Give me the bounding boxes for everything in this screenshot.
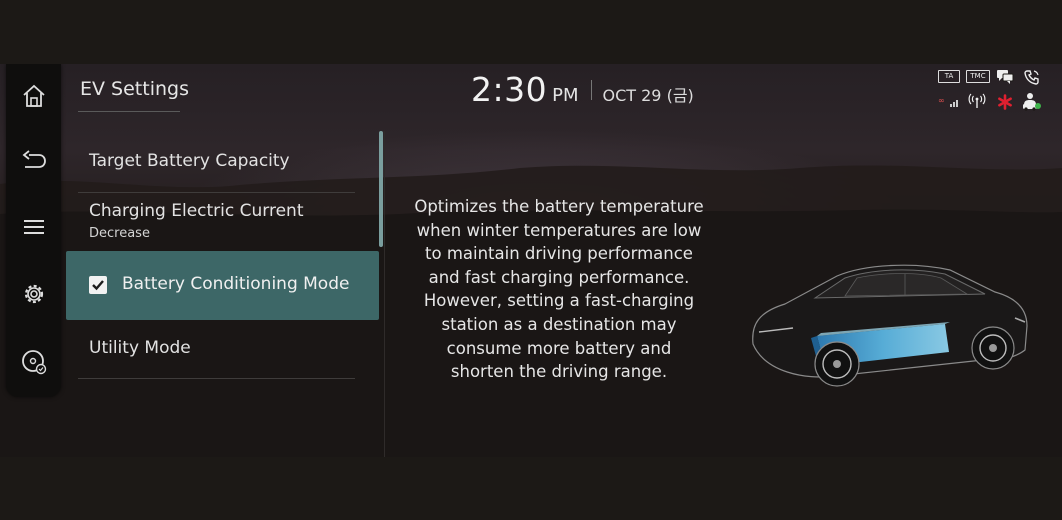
home-button[interactable] <box>14 76 54 116</box>
menu-item-label: Utility Mode <box>89 338 191 358</box>
sidebar <box>6 64 61 397</box>
home-icon <box>23 84 45 107</box>
asterisk-icon <box>998 94 1012 110</box>
wireless-icon <box>968 93 986 108</box>
menu-item-label: Target Battery Capacity <box>89 151 290 171</box>
clock-date: OCT 29 (금) <box>602 86 694 105</box>
disc-media-icon <box>22 350 47 375</box>
description-line: However, setting a fast-charging <box>423 291 695 311</box>
ev-car-battery-illustration <box>752 264 1028 387</box>
signal-strength-icon: ∞ <box>938 96 958 107</box>
back-icon <box>22 150 46 168</box>
svg-text:∞: ∞ <box>938 96 945 105</box>
ev-settings-screen: EV Settings 2:30 PM OCT 29 (금) TA TMC ∞ <box>0 64 1062 457</box>
menu-button[interactable] <box>14 207 54 247</box>
menu-item-sublabel: Decrease <box>89 226 150 241</box>
menu-item-charging-electric-current[interactable]: Charging Electric Current Decrease <box>66 193 379 250</box>
menu-item-battery-conditioning-mode[interactable]: Battery Conditioning Mode <box>66 251 379 320</box>
panel-divider <box>384 131 385 457</box>
settings-gear-icon <box>24 284 44 304</box>
back-button[interactable] <box>14 140 54 180</box>
description-line: shorten the driving range. <box>450 362 668 382</box>
menu-item-label: Charging Electric Current <box>89 201 304 221</box>
clock-separator <box>590 79 592 100</box>
media-button[interactable] <box>14 342 54 382</box>
message-icon <box>997 70 1014 84</box>
clock-time: 2:30 <box>471 70 548 109</box>
tmc-badge: TMC <box>966 70 990 83</box>
scrollbar[interactable] <box>379 131 383 247</box>
checkbox[interactable] <box>89 276 107 294</box>
status-bar: TA TMC ∞ <box>936 69 1046 117</box>
clock: 2:30 PM OCT 29 (금) <box>471 70 694 109</box>
menu-divider <box>78 378 355 379</box>
title-underline <box>78 111 180 112</box>
menu-item-target-battery-capacity[interactable]: Target Battery Capacity <box>66 132 379 192</box>
phone-icon <box>1024 70 1039 85</box>
settings-button[interactable] <box>14 274 54 314</box>
description-line: to maintain driving performance <box>425 244 693 264</box>
ta-badge: TA <box>938 70 960 83</box>
description-line: when winter temperatures are low <box>416 220 702 240</box>
menu-icon <box>24 220 44 234</box>
driver-profile-icon <box>1023 93 1041 111</box>
description-line: consume more battery and <box>446 338 672 358</box>
description-line: and fast charging performance. <box>428 267 690 287</box>
description-text: Optimizes the battery temperature when w… <box>404 195 714 384</box>
description-line: Optimizes the battery temperature <box>414 197 704 216</box>
description-line: station as a destination may <box>441 314 677 334</box>
clock-ampm: PM <box>552 85 579 106</box>
menu-item-utility-mode[interactable]: Utility Mode <box>66 320 379 378</box>
checkmark-icon <box>92 280 104 291</box>
page-title: EV Settings <box>80 78 189 100</box>
menu-item-label: Battery Conditioning Mode <box>122 274 350 294</box>
